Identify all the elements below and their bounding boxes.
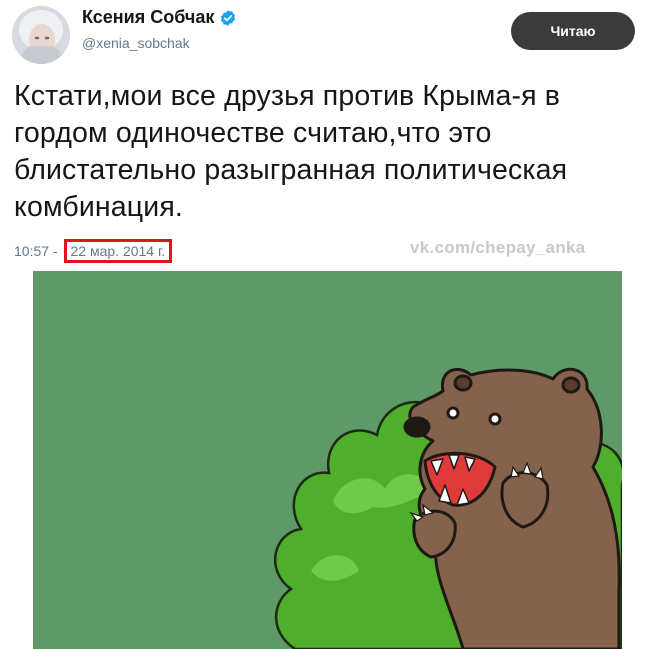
timestamp-separator: -: [49, 243, 62, 259]
tweet-line: комбинация.: [14, 191, 183, 223]
user-handle[interactable]: @xenia_sobchak: [82, 35, 190, 51]
tweet-line: блистательно разыгранная политическая: [14, 154, 568, 186]
tweet-timestamp[interactable]: 10:57 - 22 мар. 2014 г.: [14, 239, 173, 263]
tweet-text: Кстати,мои все друзья против Крыма-я в г…: [14, 78, 639, 226]
tweet-date-highlighted: 22 мар. 2014 г.: [63, 239, 173, 263]
user-name[interactable]: Ксения Собчак: [82, 7, 214, 28]
user-name-row: Ксения Собчак: [82, 7, 237, 28]
verified-badge-icon: [221, 9, 236, 26]
tweet-line: гордом одиночестве считаю,что это: [14, 117, 492, 149]
watermark: vk.com/chepay_anka: [410, 238, 586, 257]
avatar[interactable]: [12, 6, 70, 64]
tweet-time: 10:57: [14, 243, 50, 259]
avatar-image: [12, 6, 70, 64]
tweet-line: Кстати,мои все друзья против Крыма-я в: [14, 80, 561, 112]
following-button[interactable]: Читаю: [511, 12, 635, 50]
bear-in-bush-illustration: [33, 271, 622, 649]
tweet-media-image[interactable]: [33, 271, 622, 649]
